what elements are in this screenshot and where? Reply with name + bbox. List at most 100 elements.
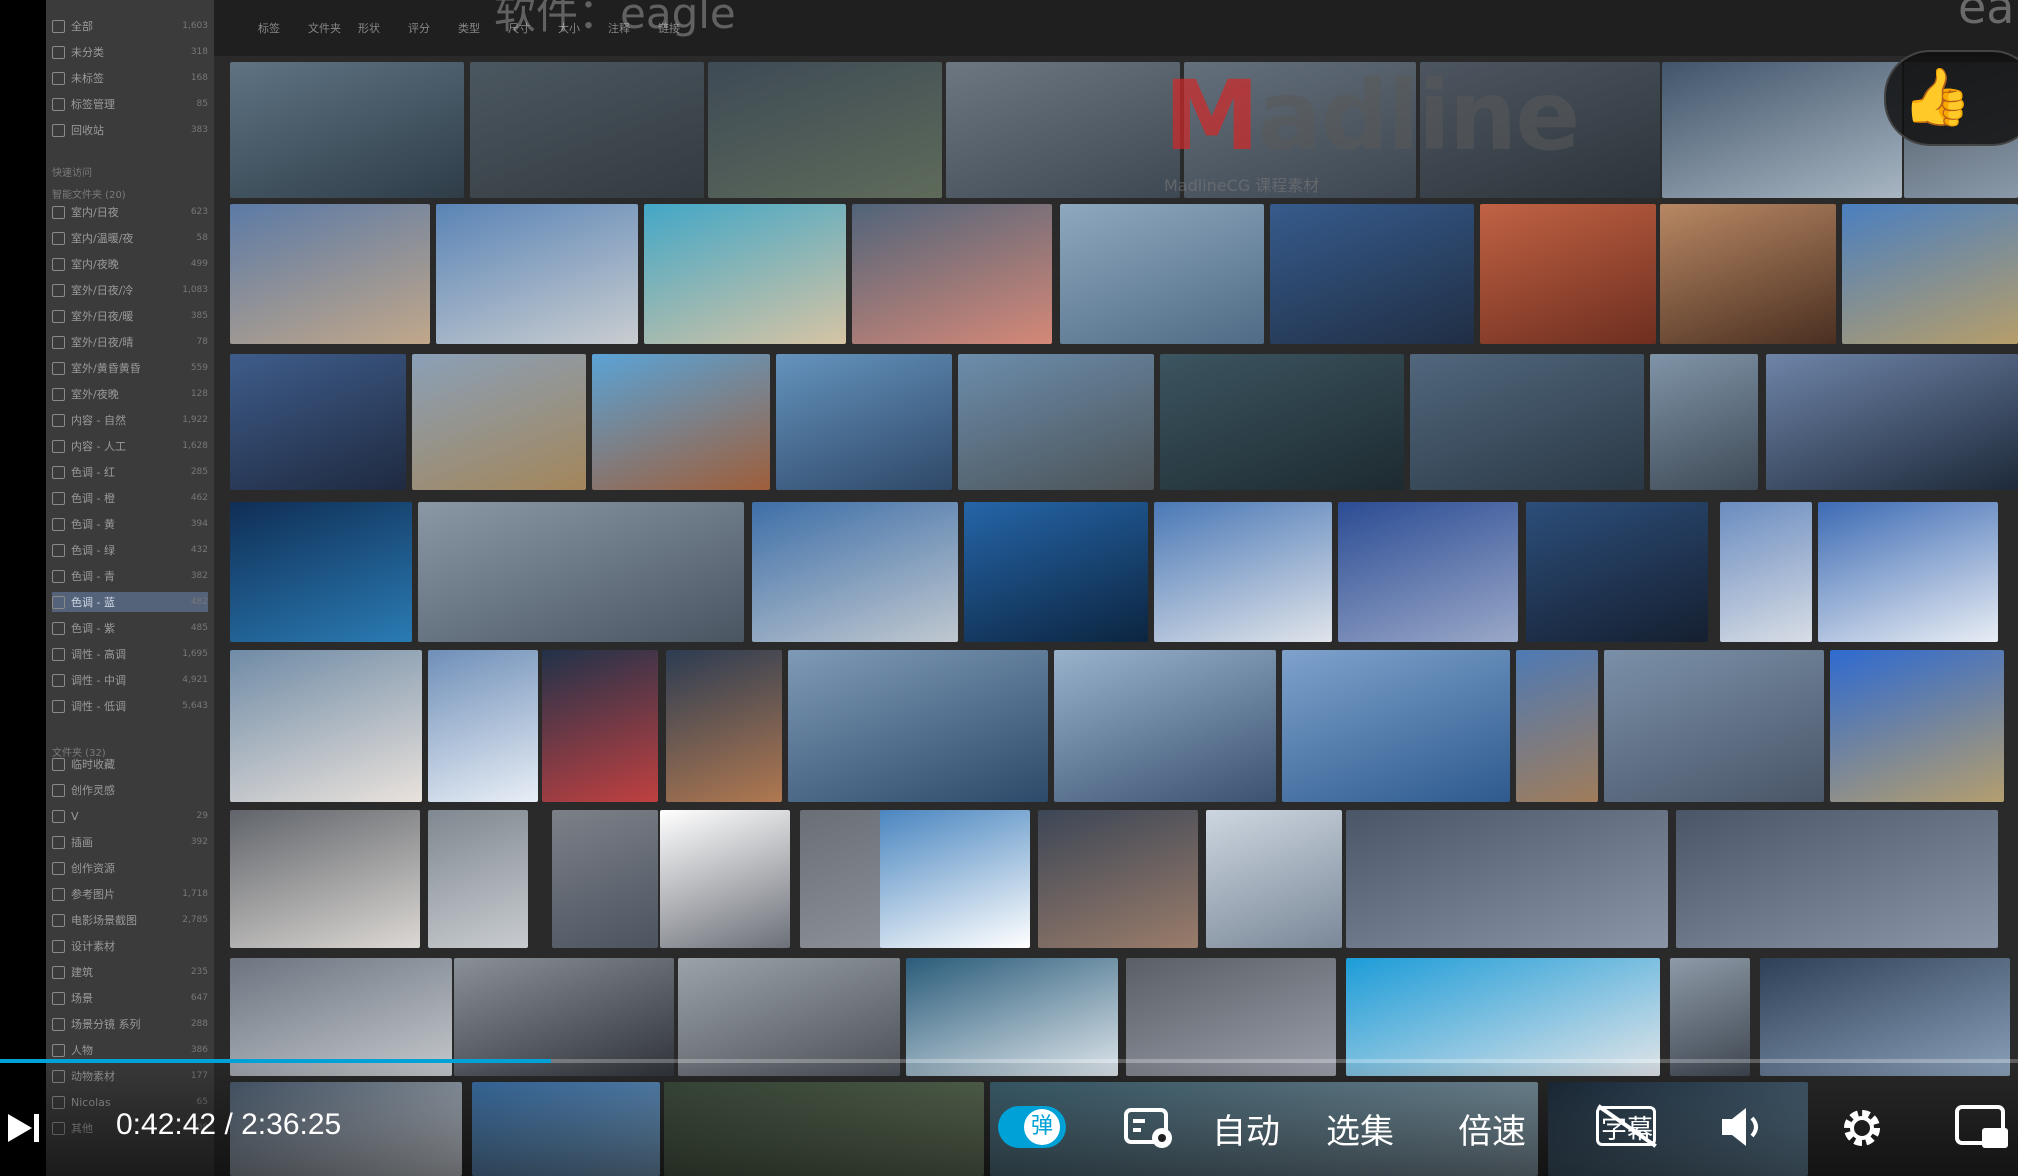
- image-thumbnail[interactable]: [1270, 204, 1474, 344]
- sidebar-item[interactable]: 调性 - 低调 5,643: [52, 696, 208, 716]
- image-thumbnail[interactable]: [1410, 354, 1644, 490]
- image-thumbnail[interactable]: [1338, 502, 1518, 642]
- image-thumbnail[interactable]: [428, 650, 538, 802]
- sidebar-item[interactable]: 参考图片 1,718: [52, 884, 208, 904]
- image-thumbnail[interactable]: [470, 62, 704, 198]
- image-thumbnail[interactable]: [428, 810, 528, 948]
- sidebar-item[interactable]: 室内/温暖/夜 58: [52, 228, 208, 248]
- image-thumbnail[interactable]: [1676, 810, 1998, 948]
- sidebar-item[interactable]: 调性 - 中调 4,921: [52, 670, 208, 690]
- settings-gear-icon[interactable]: [1838, 1104, 1886, 1152]
- like-button[interactable]: 👍: [1884, 50, 2018, 146]
- image-thumbnail[interactable]: [776, 354, 952, 490]
- image-thumbnail[interactable]: [592, 354, 770, 490]
- image-thumbnail[interactable]: [1038, 810, 1198, 948]
- image-thumbnail[interactable]: [788, 650, 1048, 802]
- image-thumbnail[interactable]: [1604, 650, 1824, 802]
- image-thumbnail[interactable]: [964, 502, 1148, 642]
- image-thumbnail[interactable]: [542, 650, 658, 802]
- image-thumbnail[interactable]: [1206, 810, 1342, 948]
- image-thumbnail[interactable]: [958, 354, 1154, 490]
- image-thumbnail[interactable]: [1842, 204, 2018, 344]
- image-thumbnail[interactable]: [1516, 650, 1598, 802]
- sidebar-item[interactable]: 场景分镜 系列 288: [52, 1014, 208, 1034]
- sidebar-item[interactable]: 室内/夜晚 499: [52, 254, 208, 274]
- sidebar-item[interactable]: 内容 - 人工 1,628: [52, 436, 208, 456]
- sidebar-item[interactable]: V 29: [52, 806, 208, 826]
- sidebar-item[interactable]: 色调 - 绿 432: [52, 540, 208, 560]
- sidebar-item[interactable]: 创作灵感: [52, 780, 208, 800]
- image-thumbnail[interactable]: [230, 354, 406, 490]
- image-thumbnail[interactable]: [1160, 354, 1404, 490]
- image-thumbnail[interactable]: [230, 650, 422, 802]
- image-thumbnail[interactable]: [230, 204, 430, 344]
- sidebar-item[interactable]: 色调 - 青 382: [52, 566, 208, 586]
- image-thumbnail[interactable]: [230, 62, 464, 198]
- image-thumbnail[interactable]: [880, 810, 1030, 948]
- image-thumbnail[interactable]: [412, 354, 586, 490]
- sidebar-item[interactable]: 室外/日夜/晴 78: [52, 332, 208, 352]
- sidebar-item[interactable]: 室内/日夜 623: [52, 202, 208, 222]
- sidebar-item[interactable]: 临时收藏: [52, 754, 208, 774]
- image-thumbnail[interactable]: [1154, 502, 1332, 642]
- sidebar-item[interactable]: 插画 392: [52, 832, 208, 852]
- image-thumbnail[interactable]: [1720, 502, 1812, 642]
- next-icon[interactable]: [4, 1108, 44, 1148]
- image-thumbnail[interactable]: [1526, 502, 1708, 642]
- volume-icon[interactable]: [1718, 1104, 1768, 1150]
- sidebar-item[interactable]: 室外/日夜/冷 1,083: [52, 280, 208, 300]
- image-thumbnail[interactable]: [552, 810, 658, 948]
- subtitle-button[interactable]: 字幕: [1596, 1104, 1660, 1148]
- image-thumbnail[interactable]: [1060, 204, 1264, 344]
- image-thumbnail[interactable]: [436, 204, 638, 344]
- image-thumbnail[interactable]: [1660, 204, 1836, 344]
- image-thumbnail[interactable]: [946, 62, 1180, 198]
- sidebar-item[interactable]: 室外/夜晚 128: [52, 384, 208, 404]
- image-thumbnail[interactable]: [708, 62, 942, 198]
- sidebar-item[interactable]: 室外/黄昏黄昏 559: [52, 358, 208, 378]
- sidebar-item[interactable]: 标签管理 85: [52, 94, 208, 114]
- image-thumbnail[interactable]: [660, 810, 790, 948]
- image-thumbnail[interactable]: [752, 502, 958, 642]
- picture-in-picture-icon[interactable]: [1954, 1104, 2010, 1150]
- sidebar-item[interactable]: 回收站 383: [52, 120, 208, 140]
- image-thumbnail[interactable]: [1346, 810, 1668, 948]
- sidebar-item[interactable]: 电影场景截图 2,785: [52, 910, 208, 930]
- sidebar-item[interactable]: 场景 647: [52, 988, 208, 1008]
- sidebar-item[interactable]: 色调 - 红 285: [52, 462, 208, 482]
- sidebar-item[interactable]: 调性 - 高调 1,695: [52, 644, 208, 664]
- sidebar-item[interactable]: 色调 - 紫 485: [52, 618, 208, 638]
- image-thumbnail[interactable]: [852, 204, 1052, 344]
- image-thumbnail[interactable]: [1650, 354, 1758, 490]
- sidebar-item[interactable]: 室外/日夜/暖 385: [52, 306, 208, 326]
- auto-quality-button[interactable]: 自动: [1212, 1104, 1280, 1153]
- danmu-toggle[interactable]: 弹: [998, 1106, 1066, 1148]
- image-thumbnail[interactable]: [1830, 650, 2004, 802]
- image-thumbnail[interactable]: [644, 204, 846, 344]
- speed-button[interactable]: 倍速: [1458, 1104, 1526, 1153]
- sidebar-item[interactable]: 内容 - 自然 1,922: [52, 410, 208, 430]
- image-thumbnail[interactable]: [1282, 650, 1510, 802]
- sidebar-item[interactable]: 色调 - 黄 394: [52, 514, 208, 534]
- episode-select-button[interactable]: 选集: [1326, 1104, 1394, 1153]
- sidebar-item[interactable]: 设计素材: [52, 936, 208, 956]
- sidebar-item[interactable]: 未分类 318: [52, 42, 208, 62]
- sidebar-item[interactable]: 色调 - 橙 462: [52, 488, 208, 508]
- image-thumbnail[interactable]: [1766, 354, 2018, 490]
- danmu-settings-icon[interactable]: [1124, 1106, 1176, 1150]
- image-thumbnail[interactable]: [1662, 62, 1902, 198]
- sidebar-item[interactable]: 全部 1,603: [52, 16, 208, 36]
- image-thumbnail[interactable]: [1480, 204, 1656, 344]
- progress-bar[interactable]: [0, 1059, 2018, 1063]
- image-thumbnail[interactable]: [666, 650, 782, 802]
- image-thumbnail[interactable]: [230, 502, 412, 642]
- sidebar-item[interactable]: 建筑 235: [52, 962, 208, 982]
- sidebar-item[interactable]: 未标签 168: [52, 68, 208, 88]
- image-thumbnail[interactable]: [1818, 502, 1998, 642]
- sidebar-item[interactable]: 人物 386: [52, 1040, 208, 1060]
- image-thumbnail[interactable]: [1054, 650, 1276, 802]
- image-thumbnail[interactable]: [418, 502, 744, 642]
- image-thumbnail[interactable]: [230, 810, 420, 948]
- sidebar-item[interactable]: 色调 - 蓝 482: [52, 592, 208, 612]
- sidebar-item[interactable]: 创作资源: [52, 858, 208, 878]
